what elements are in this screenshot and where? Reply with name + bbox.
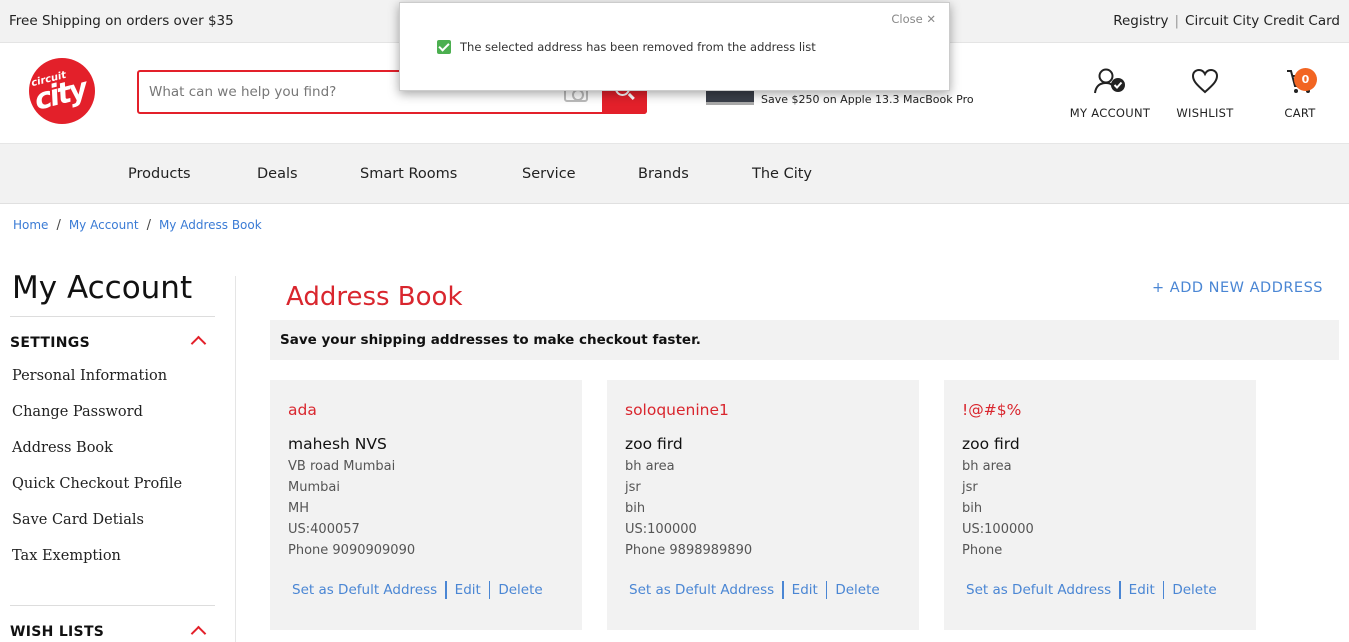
my-account-button[interactable]: MY ACCOUNT bbox=[1065, 67, 1155, 120]
wish-lists-heading[interactable]: WISH LISTS bbox=[10, 624, 104, 640]
address-phone: Phone 9090909090 bbox=[288, 543, 416, 558]
sidebar-item-save-card-details[interactable]: Save Card Detials bbox=[12, 512, 144, 528]
top-links: Registry | Circuit City Credit Card bbox=[1113, 13, 1340, 29]
main-nav: Products Deals Smart Rooms Service Brand… bbox=[0, 143, 1349, 204]
address-nickname: ada bbox=[288, 401, 317, 419]
cart-count-badge: 0 bbox=[1294, 68, 1317, 91]
edit-address-link[interactable]: Edit bbox=[792, 582, 818, 598]
sidebar-item-tax-exemption[interactable]: Tax Exemption bbox=[12, 548, 121, 564]
set-default-address-link[interactable]: Set as Defult Address bbox=[292, 582, 437, 598]
page-title: Address Book bbox=[286, 282, 463, 312]
sidebar-title: My Account bbox=[12, 270, 193, 306]
set-default-address-link[interactable]: Set as Defult Address bbox=[966, 582, 1111, 598]
address-line: US:100000 bbox=[625, 522, 697, 537]
wishlist-label: WISHLIST bbox=[1176, 106, 1234, 120]
promo-banner-text[interactable]: Save $250 on Apple 13.3 MacBook Pro bbox=[761, 93, 974, 106]
divider bbox=[10, 316, 215, 317]
nav-the-city[interactable]: The City bbox=[752, 166, 812, 182]
info-banner: Save your shipping addresses to make che… bbox=[270, 320, 1339, 360]
address-actions: Set as Defult Address Edit Delete bbox=[629, 581, 880, 599]
registry-link[interactable]: Registry bbox=[1113, 13, 1168, 29]
sidebar-item-quick-checkout-profile[interactable]: Quick Checkout Profile bbox=[12, 476, 182, 492]
address-nickname: soloquenine1 bbox=[625, 401, 729, 419]
close-toast-button[interactable]: Close ✕ bbox=[891, 12, 936, 26]
breadcrumb-home[interactable]: Home bbox=[13, 218, 48, 232]
edit-address-link[interactable]: Edit bbox=[455, 582, 481, 598]
nav-products[interactable]: Products bbox=[128, 166, 191, 182]
address-line: US:100000 bbox=[962, 522, 1034, 537]
wishlist-button[interactable]: WISHLIST bbox=[1170, 67, 1240, 120]
address-nickname: !@#$% bbox=[962, 401, 1022, 419]
address-card: ada mahesh NVS VB road Mumbai Mumbai MH … bbox=[270, 380, 582, 630]
breadcrumb-my-account[interactable]: My Account bbox=[69, 218, 139, 232]
address-phone: Phone 9898989890 bbox=[625, 543, 753, 558]
add-new-address-button[interactable]: + ADD NEW ADDRESS bbox=[1152, 280, 1323, 296]
address-line: US:400057 bbox=[288, 522, 360, 537]
address-actions: Set as Defult Address Edit Delete bbox=[292, 581, 543, 599]
address-line: bih bbox=[625, 501, 646, 516]
sidebar-item-address-book[interactable]: Address Book bbox=[12, 440, 113, 456]
delete-address-link[interactable]: Delete bbox=[835, 582, 879, 598]
checkbox-checked-icon bbox=[437, 40, 451, 54]
breadcrumb: Home / My Account / My Address Book bbox=[13, 218, 262, 233]
nav-deals[interactable]: Deals bbox=[257, 166, 298, 182]
divider bbox=[235, 276, 236, 642]
circuit-city-logo[interactable]: circuit city bbox=[29, 58, 95, 124]
address-card: soloquenine1 zoo fird bh area jsr bih US… bbox=[607, 380, 919, 630]
chevron-up-icon[interactable] bbox=[190, 335, 207, 352]
address-phone: Phone bbox=[962, 543, 1003, 558]
address-line: MH bbox=[288, 501, 309, 516]
address-name: zoo fird bbox=[625, 435, 683, 453]
settings-heading[interactable]: SETTINGS bbox=[10, 335, 90, 351]
nav-smart-rooms[interactable]: Smart Rooms bbox=[360, 166, 457, 182]
chevron-up-icon[interactable] bbox=[190, 625, 207, 642]
edit-address-link[interactable]: Edit bbox=[1129, 582, 1155, 598]
info-text: Save your shipping addresses to make che… bbox=[280, 332, 701, 348]
delete-address-link[interactable]: Delete bbox=[1172, 582, 1216, 598]
address-line: VB road Mumbai bbox=[288, 459, 396, 474]
nav-brands[interactable]: Brands bbox=[638, 166, 689, 182]
my-account-label: MY ACCOUNT bbox=[1069, 106, 1151, 120]
credit-card-link[interactable]: Circuit City Credit Card bbox=[1185, 13, 1340, 29]
free-shipping-promo: Free Shipping on orders over $35 bbox=[9, 13, 234, 29]
divider: | bbox=[1174, 13, 1180, 29]
success-toast: Close ✕ The selected address has been re… bbox=[399, 2, 950, 91]
sidebar-item-change-password[interactable]: Change Password bbox=[12, 404, 143, 420]
address-line: bih bbox=[962, 501, 983, 516]
breadcrumb-address-book[interactable]: My Address Book bbox=[159, 218, 262, 232]
address-card: !@#$% zoo fird bh area jsr bih US:100000… bbox=[944, 380, 1256, 630]
address-name: mahesh NVS bbox=[288, 435, 387, 453]
toast-message: The selected address has been removed fr… bbox=[460, 40, 816, 54]
address-line: bh area bbox=[962, 459, 1012, 474]
cart-label: CART bbox=[1284, 106, 1316, 120]
address-line: Mumbai bbox=[288, 480, 340, 495]
divider bbox=[10, 605, 215, 606]
address-line: jsr bbox=[962, 480, 978, 495]
heart-icon bbox=[1191, 68, 1219, 94]
address-line: jsr bbox=[625, 480, 641, 495]
nav-service[interactable]: Service bbox=[522, 166, 576, 182]
delete-address-link[interactable]: Delete bbox=[498, 582, 542, 598]
sidebar-item-personal-information[interactable]: Personal Information bbox=[12, 368, 167, 384]
address-actions: Set as Defult Address Edit Delete bbox=[966, 581, 1217, 599]
set-default-address-link[interactable]: Set as Defult Address bbox=[629, 582, 774, 598]
address-line: bh area bbox=[625, 459, 675, 474]
address-name: zoo fird bbox=[962, 435, 1020, 453]
account-icon bbox=[1094, 68, 1125, 94]
